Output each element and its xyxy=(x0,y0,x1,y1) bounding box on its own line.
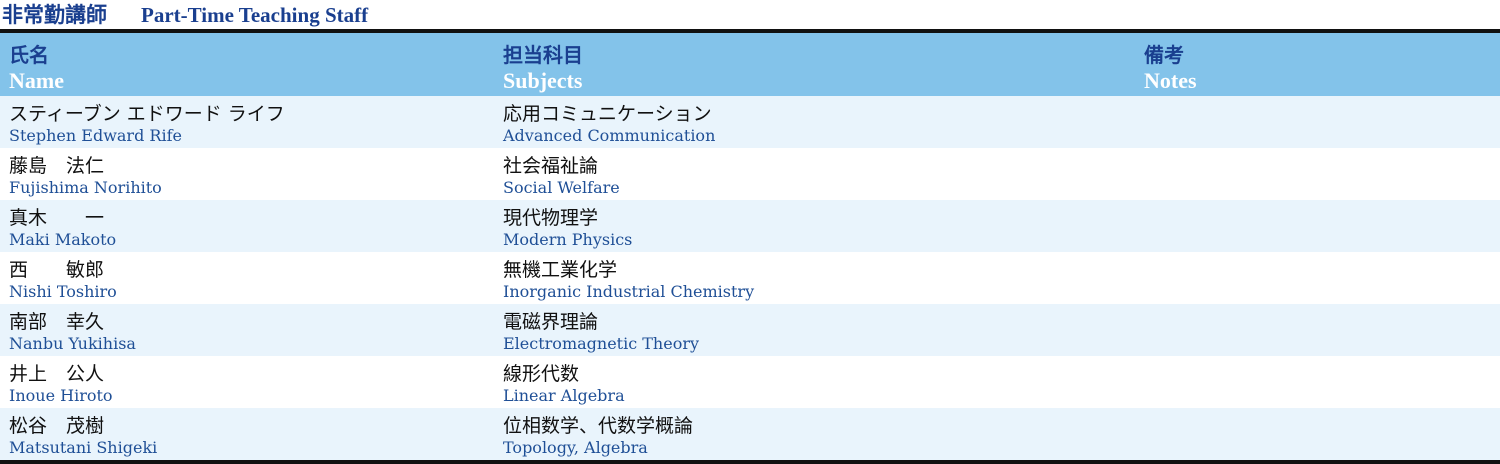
name-ja: 井上 公人 xyxy=(9,363,105,385)
name-ja: 西 敏郎 xyxy=(9,259,105,281)
subject-en: Modern Physics xyxy=(503,230,633,249)
name-en: Matsutani Shigeki xyxy=(9,438,158,457)
table-row: 真木 一 Maki Makoto 現代物理学 Modern Physics xyxy=(0,200,1500,252)
subject-en: Electromagnetic Theory xyxy=(503,334,700,353)
table-row: 南部 幸久 Nanbu Yukihisa 電磁界理論 Electromagnet… xyxy=(0,304,1500,356)
subject-ja: 現代物理学 xyxy=(503,207,599,229)
subject-ja: 社会福祉論 xyxy=(503,155,599,177)
name-en: Nishi Toshiro xyxy=(9,282,117,301)
subject-ja: 無機工業化学 xyxy=(503,259,618,281)
name-ja: 松谷 茂樹 xyxy=(9,415,105,437)
subject-ja: 電磁界理論 xyxy=(503,311,599,333)
name-ja: 真木 一 xyxy=(9,207,105,229)
subject-ja: 位相数学、代数学概論 xyxy=(503,415,694,437)
name-ja: 南部 幸久 xyxy=(9,311,105,333)
name-en: Nanbu Yukihisa xyxy=(9,334,136,353)
table-row: スティーブン エドワード ライフ Stephen Edward Rife 応用コ… xyxy=(0,96,1500,148)
name-en: Maki Makoto xyxy=(9,230,117,249)
subject-en: Linear Algebra xyxy=(503,386,625,405)
table-header: 氏名 Name 担当科目 Subjects 備考 Notes xyxy=(0,33,1500,96)
header-notes-en: Notes xyxy=(1144,68,1197,93)
name-en: Inoue Hiroto xyxy=(9,386,113,405)
subject-en: Advanced Communication xyxy=(503,126,716,145)
name-en: Stephen Edward Rife xyxy=(9,126,182,145)
staff-table-body: スティーブン エドワード ライフ Stephen Edward Rife 応用コ… xyxy=(0,96,1500,460)
subject-en: Social Welfare xyxy=(503,178,620,197)
name-ja: スティーブン エドワード ライフ xyxy=(9,103,285,125)
page-title-ja: 非常勤講師 xyxy=(2,3,107,27)
page-title: 非常勤講師 Part-Time Teaching Staff xyxy=(0,0,1500,28)
name-ja: 藤島 法仁 xyxy=(9,155,105,177)
bottom-rule xyxy=(0,460,1500,464)
subject-ja: 線形代数 xyxy=(503,363,580,385)
subject-ja: 応用コミュニケーション xyxy=(503,103,712,125)
subject-en: Topology, Algebra xyxy=(503,438,648,457)
table-row: 西 敏郎 Nishi Toshiro 無機工業化学 Inorganic Indu… xyxy=(0,252,1500,304)
page-title-en: Part-Time Teaching Staff xyxy=(141,3,369,27)
header-subjects-en: Subjects xyxy=(503,68,583,93)
table-row: 井上 公人 Inoue Hiroto 線形代数 Linear Algebra xyxy=(0,356,1500,408)
table-row: 松谷 茂樹 Matsutani Shigeki 位相数学、代数学概論 Topol… xyxy=(0,408,1500,460)
header-notes-ja: 備考 xyxy=(1144,43,1184,67)
header-name-ja: 氏名 xyxy=(9,43,49,67)
header-name-en: Name xyxy=(9,68,64,93)
subject-en: Inorganic Industrial Chemistry xyxy=(503,282,755,301)
header-subjects-ja: 担当科目 xyxy=(503,43,583,67)
name-en: Fujishima Norihito xyxy=(9,178,162,197)
table-row: 藤島 法仁 Fujishima Norihito 社会福祉論 Social We… xyxy=(0,148,1500,200)
